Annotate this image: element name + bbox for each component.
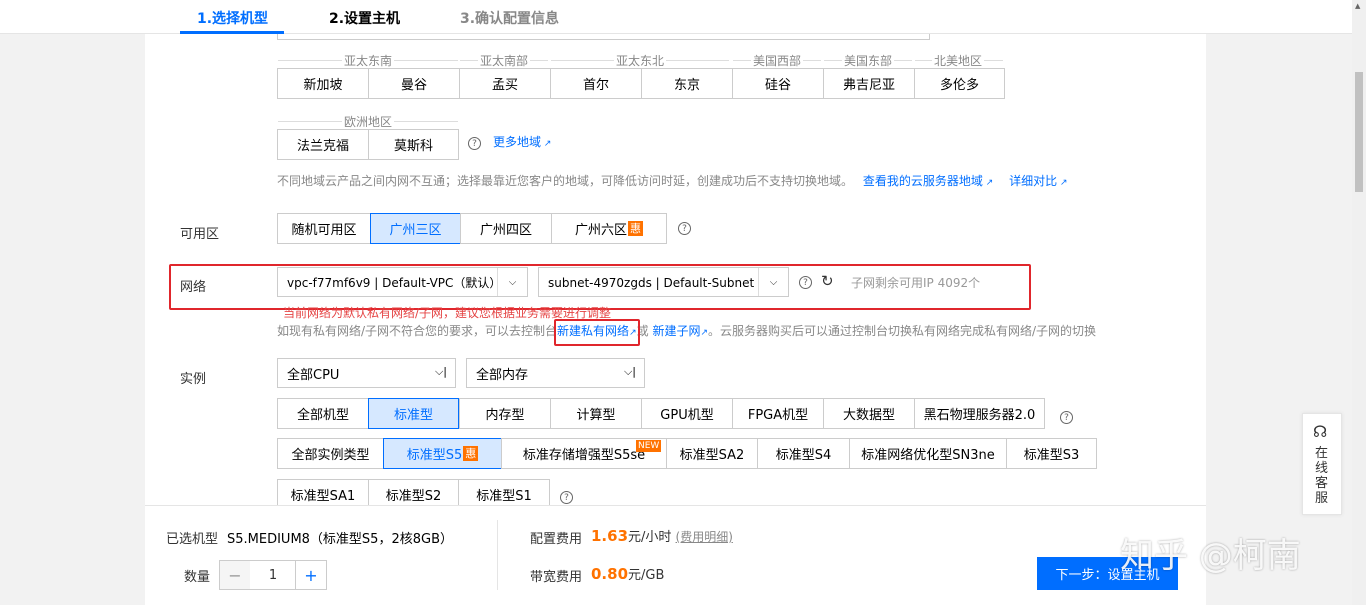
remaining-ip-text: 子网剩余可用IP 4092个 [851, 276, 981, 290]
subnet-select-value: subnet-4970zgds | Default-Subnet（ [548, 275, 767, 290]
region-group-label: 美国西部 [751, 52, 804, 69]
new-subnet-link[interactable]: 新建子网↗ [652, 324, 708, 338]
family-standard[interactable]: 标准型 [368, 398, 459, 429]
family-compute[interactable]: 计算型 [550, 398, 642, 429]
chevron-down-icon: ⌵ [497, 268, 527, 296]
vpc-select[interactable]: vpc-f77mf6v9 | Default-VPC（默认） ⌵ [277, 267, 528, 297]
region-hint: 不同地域云产品之间内网不互通；选择最靠近您客户的地域，可降低访问时延，创建成功后… [277, 172, 1068, 189]
discount-badge: 惠 [463, 446, 479, 461]
region-frankfurt[interactable]: 法兰克福 [277, 129, 369, 160]
refresh-icon[interactable]: ↻ [821, 272, 834, 290]
watermark: 知乎 @柯南 [1120, 536, 1301, 576]
family-gpu[interactable]: GPU机型 [641, 398, 733, 429]
step-select-model[interactable]: 1.选择机型 [197, 8, 268, 28]
family-fpga[interactable]: FPGA机型 [732, 398, 824, 429]
config-fee: 1.63元/小时 (费用明细) [591, 527, 733, 545]
region-singapore[interactable]: 新加坡 [277, 68, 369, 99]
zone-label: 可用区 [180, 227, 220, 242]
region-toronto[interactable]: 多伦多 [914, 68, 1005, 99]
memory-select[interactable]: 全部内存 ⌵| [466, 358, 645, 388]
vpc-select-value: vpc-f77mf6v9 | Default-VPC（默认） [287, 275, 502, 290]
new-badge: NEW [636, 440, 662, 452]
help-icon[interactable]: ? [799, 276, 812, 289]
chevron-down-icon: ⌵ [758, 268, 788, 296]
region-group-label: 亚太东北 [614, 52, 667, 69]
more-regions-link[interactable]: 更多地域 ↗ [493, 133, 551, 150]
quantity-input[interactable]: 1 [250, 560, 296, 590]
step-bar: 1.选择机型 2.设置主机 3.确认配置信息 [0, 0, 1366, 34]
region-group-label: 美国东部 [842, 52, 895, 69]
type-sn3ne[interactable]: 标准网络优化型SN3ne [849, 438, 1007, 469]
selected-model-label: 已选机型 [166, 532, 219, 547]
region-tokyo[interactable]: 东京 [641, 68, 733, 99]
network-label: 网络 [180, 280, 207, 295]
type-s4[interactable]: 标准型S4 [757, 438, 850, 469]
footer-divider [497, 520, 498, 590]
chevron-down-icon: ⌵| [623, 365, 636, 378]
zone-guangzhou-6[interactable]: 广州六区惠 [551, 213, 667, 244]
scrollbar-thumb[interactable] [1355, 72, 1363, 192]
quantity-minus-button[interactable]: − [219, 560, 251, 590]
help-icon[interactable]: ? [560, 491, 573, 504]
zone-guangzhou-3[interactable]: 广州三区 [370, 213, 461, 244]
type-sa2[interactable]: 标准型SA2 [666, 438, 758, 469]
family-bigdata[interactable]: 大数据型 [823, 398, 915, 429]
scroll-up-icon[interactable]: ▲ [1355, 2, 1360, 10]
region-row-top-partial [277, 34, 930, 40]
cpu-select[interactable]: 全部CPU ⌵| [277, 358, 456, 388]
region-seoul[interactable]: 首尔 [550, 68, 642, 99]
family-all[interactable]: 全部机型 [277, 398, 369, 429]
family-bare-metal[interactable]: 黑石物理服务器2.0 [914, 398, 1045, 429]
bandwidth-fee: 0.80元/GB [591, 565, 665, 583]
fee-detail-link[interactable]: (费用明细) [676, 530, 733, 544]
region-moscow[interactable]: 莫斯科 [368, 129, 459, 160]
region-mumbai[interactable]: 孟买 [459, 68, 551, 99]
type-all[interactable]: 全部实例类型 [277, 438, 384, 469]
discount-badge: 惠 [628, 221, 643, 236]
help-icon[interactable]: ? [1060, 411, 1073, 424]
region-bangkok[interactable]: 曼谷 [368, 68, 460, 99]
compare-link[interactable]: 详细对比 ↗ [1009, 174, 1067, 188]
online-service-label: 在线客服 [1315, 446, 1329, 506]
headset-icon: ☊ [1313, 422, 1328, 441]
step-active-underline [180, 31, 284, 34]
step-set-host[interactable]: 2.设置主机 [329, 8, 400, 28]
type-s3[interactable]: 标准型S3 [1006, 438, 1097, 469]
instance-label: 实例 [180, 372, 207, 387]
type-s5[interactable]: 标准型S5 惠 [383, 438, 502, 469]
network-tip: 如现有私有网络/子网不符合您的要求，可以去控制台新建私有网络↗或 新建子网↗。云… [277, 322, 1097, 339]
zone-random[interactable]: 随机可用区 [277, 213, 371, 244]
subnet-select[interactable]: subnet-4970zgds | Default-Subnet（ ⌵ [538, 267, 789, 297]
chevron-down-icon: ⌵| [434, 365, 447, 378]
view-my-regions-link[interactable]: 查看我的云服务器地域 ↗ [863, 174, 993, 188]
selected-model-value: S5.MEDIUM8（标准型S5，2核8GB） [227, 532, 453, 547]
region-group-label: 亚太东南 [342, 52, 395, 69]
region-virginia[interactable]: 弗吉尼亚 [823, 68, 915, 99]
step-confirm[interactable]: 3.确认配置信息 [460, 8, 559, 28]
family-memory[interactable]: 内存型 [459, 398, 551, 429]
help-icon[interactable]: ? [678, 222, 691, 235]
region-hint-text: 不同地域云产品之间内网不互通；选择最靠近您客户的地域，可降低访问时延，创建成功后… [277, 174, 854, 188]
help-icon[interactable]: ? [468, 137, 481, 150]
online-service-widget[interactable]: ☊ 在线客服 [1302, 413, 1342, 515]
config-fee-label: 配置费用 [530, 532, 583, 547]
quantity-label: 数量 [184, 570, 211, 585]
page-scrollbar[interactable]: ▲ [1352, 0, 1366, 605]
order-footer [145, 505, 1206, 605]
new-vpc-highlight-box [554, 319, 640, 346]
region-silicon-valley[interactable]: 硅谷 [732, 68, 824, 99]
region-group-label: 北美地区 [932, 52, 985, 69]
region-group-label: 亚太南部 [478, 52, 531, 69]
bandwidth-fee-label: 带宽费用 [530, 570, 583, 585]
region-group-label: 欧洲地区 [342, 113, 395, 130]
quantity-plus-button[interactable]: + [295, 560, 327, 590]
zone-guangzhou-4[interactable]: 广州四区 [460, 213, 552, 244]
